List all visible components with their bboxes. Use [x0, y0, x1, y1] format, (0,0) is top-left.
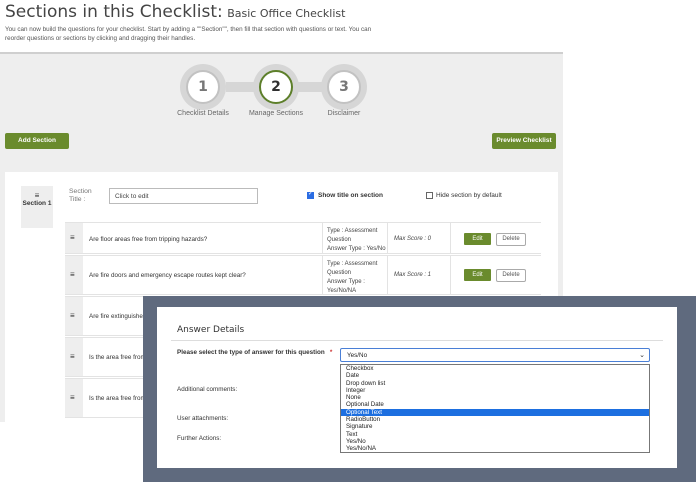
question-drag-handle[interactable]: ≡ — [65, 338, 83, 376]
question-drag-handle[interactable]: ≡ — [65, 223, 83, 253]
question-row[interactable]: ≡ Are floor areas free from tripping haz… — [65, 222, 541, 254]
divider — [387, 223, 388, 253]
question-row[interactable]: ≡ Are fire doors and emergency escape ro… — [65, 255, 541, 295]
question-text: Are floor areas free from tripping hazar… — [89, 236, 208, 243]
option-item[interactable]: Checkbox — [341, 365, 649, 372]
question-text: Are fire doors and emergency escape rout… — [89, 272, 246, 279]
chevron-down-icon: ⌄ — [639, 352, 645, 359]
option-item[interactable]: Yes/No/NA — [341, 445, 649, 452]
question-type-text: Type : Assessment Question — [327, 228, 378, 243]
delete-button[interactable]: Delete — [496, 269, 526, 282]
checklist-name: Basic Office Checklist — [227, 7, 346, 20]
question-type: Type : Assessment Question Answer Type :… — [327, 227, 389, 254]
drag-handle-icon: ≡ — [34, 191, 40, 200]
max-score: Max Score : 0 — [394, 236, 432, 242]
step-number: 3 — [327, 70, 361, 104]
intro-text: You can now build the questions for your… — [5, 26, 372, 42]
question-type-text: Type : Assessment Question — [327, 261, 378, 276]
divider — [171, 340, 663, 341]
option-item[interactable]: Integer — [341, 387, 649, 394]
max-score: Max Score : 1 — [394, 272, 432, 278]
question-text: Is the area free from — [89, 354, 146, 361]
section-title-label: Section Title : — [69, 188, 92, 203]
option-item-highlighted[interactable]: Optional Text — [341, 408, 649, 417]
hide-section-checkbox[interactable] — [426, 192, 433, 199]
option-item[interactable]: None — [341, 394, 649, 401]
drag-handle-icon: ≡ — [70, 352, 75, 361]
option-item[interactable]: Signature — [341, 423, 649, 430]
option-item[interactable]: Optional Date — [341, 401, 649, 408]
option-item[interactable]: Date — [341, 372, 649, 379]
section-title-input[interactable]: Click to edit — [109, 188, 258, 204]
question-drag-handle[interactable]: ≡ — [65, 379, 83, 417]
option-item[interactable]: Yes/No — [341, 438, 649, 445]
divider — [450, 223, 451, 253]
answer-type-options: Checkbox Date Drop down list Integer Non… — [340, 364, 650, 453]
further-actions-label: Further Actions: — [177, 435, 222, 442]
edit-button[interactable]: Edit — [464, 269, 491, 281]
step-3[interactable]: 3 — [321, 64, 367, 110]
additional-comments-label: Additional comments: — [177, 386, 238, 393]
hide-section-label: Hide section by default — [436, 192, 502, 199]
drag-handle-icon: ≡ — [70, 393, 75, 402]
add-section-button[interactable]: Add Section — [5, 133, 69, 149]
divider — [322, 223, 323, 253]
divider — [322, 256, 323, 294]
drag-handle-icon: ≡ — [70, 270, 75, 279]
option-item[interactable]: Drop down list — [341, 380, 649, 387]
modal-title: Answer Details — [177, 325, 245, 335]
answer-type-label-text: Please select the type of answer for thi… — [177, 349, 325, 356]
drag-handle-icon: ≡ — [70, 233, 75, 242]
step-2[interactable]: 2 — [253, 64, 299, 110]
selected-value: Yes/No — [347, 352, 368, 359]
question-text: Is the area free from — [89, 395, 146, 402]
step-1[interactable]: 1 — [180, 64, 226, 110]
preview-checklist-button[interactable]: Preview Checklist — [492, 133, 556, 149]
answer-type-text: Answer Type : Yes/No — [327, 246, 386, 252]
step-number: 1 — [186, 70, 220, 104]
answer-type-label: Please select the type of answer for thi… — [177, 349, 332, 356]
divider — [450, 256, 451, 294]
page-title: Sections in this Checklist: — [5, 2, 223, 22]
page-heading: Sections in this Checklist: Basic Office… — [5, 2, 345, 22]
question-drag-handle[interactable]: ≡ — [65, 256, 83, 294]
question-type: Type : Assessment Question Answer Type :… — [327, 260, 389, 296]
section-drag-handle[interactable]: ≡ Section 1 — [21, 186, 53, 228]
step-number: 2 — [259, 70, 293, 104]
user-attachments-label: User attachments: — [177, 415, 229, 422]
option-item[interactable]: RadioButton — [341, 416, 649, 423]
show-title-label: Show title on section — [318, 192, 384, 199]
step-label: Checklist Details — [177, 110, 229, 117]
question-text: Are fire extinguisher — [89, 313, 145, 320]
step-label: Disclaimer — [327, 110, 361, 117]
delete-button[interactable]: Delete — [496, 233, 526, 246]
drag-handle-icon: ≡ — [70, 311, 75, 320]
edit-button[interactable]: Edit — [464, 233, 491, 245]
divider — [387, 256, 388, 294]
required-mark: * — [329, 349, 333, 356]
question-drag-handle[interactable]: ≡ — [65, 297, 83, 335]
answer-type-select[interactable]: Yes/No ⌄ — [340, 348, 650, 362]
section-label: Section 1 — [22, 200, 52, 207]
answer-type-text: Answer Type : Yes/No/NA — [327, 279, 365, 294]
show-title-checkbox[interactable] — [307, 190, 314, 199]
option-item[interactable]: Text — [341, 431, 649, 438]
